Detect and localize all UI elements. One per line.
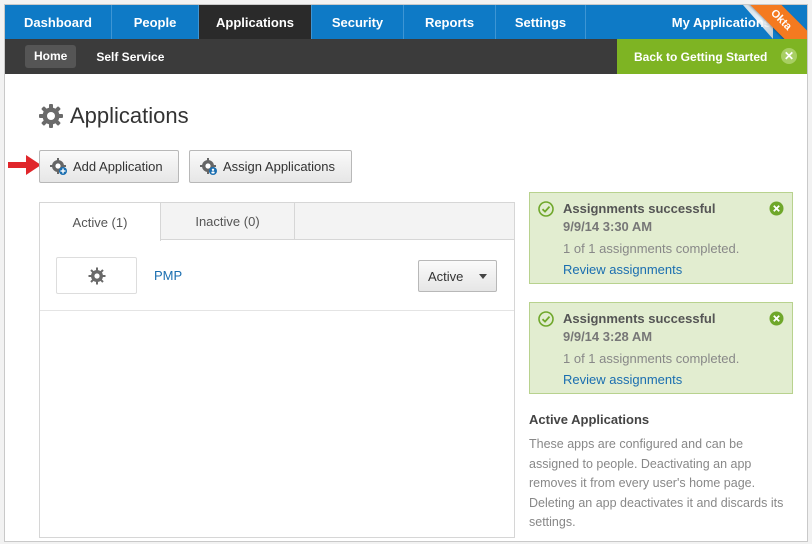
nav-tab-settings[interactable]: Settings [496,5,586,39]
nav-tab-applications[interactable]: Applications [199,5,312,39]
status-tabs: Active (1) Inactive (0) [40,203,514,241]
caret-down-icon [479,274,487,279]
notification-time: 9/9/14 3:30 AM [563,219,653,234]
app-frame: Dashboard People Applications Security R… [4,4,808,542]
app-name-link[interactable]: PMP [154,268,182,283]
app-status-dropdown[interactable]: Active [418,260,497,292]
top-nav: Dashboard People Applications Security R… [5,5,807,39]
assignment-notification: Assignments successful 9/9/14 3:30 AM 1 … [529,192,793,284]
close-circle-icon[interactable] [769,201,784,216]
notification-description: 1 of 1 assignments completed. [563,241,740,256]
review-assignments-link[interactable]: Review assignments [563,262,682,277]
gear-plus-icon [50,158,67,175]
gear-person-icon [200,158,217,175]
review-assignments-link[interactable]: Review assignments [563,372,682,387]
check-circle-icon [538,201,554,217]
page-title: Applications [38,103,189,129]
notification-time: 9/9/14 3:28 AM [563,329,653,344]
assignment-notification: Assignments successful 9/9/14 3:28 AM 1 … [529,302,793,394]
nav-tab-people[interactable]: People [112,5,199,39]
assign-applications-label: Assign Applications [223,159,336,174]
info-text: These apps are configured and can be ass… [529,437,784,529]
nav-tab-security[interactable]: Security [312,5,404,39]
back-to-getting-started[interactable]: Back to Getting Started ✕ [617,39,807,74]
app-status-value: Active [428,268,464,284]
app-logo[interactable] [56,257,137,294]
add-application-label: Add Application [73,159,163,174]
add-application-button[interactable]: Add Application [39,150,179,183]
app-row: PMP Active [40,241,514,311]
subnav-home[interactable]: Home [25,45,77,68]
notification-description: 1 of 1 assignments completed. [563,351,740,366]
info-title: Active Applications [529,412,650,427]
close-icon[interactable]: ✕ [781,48,797,64]
sub-nav: Home Self Service Back to Getting Starte… [5,39,807,74]
gear-icon [39,104,63,128]
close-circle-icon[interactable] [769,311,784,326]
applications-panel: Active (1) Inactive (0) PMP Active [39,202,515,538]
notification-title: Assignments successful [563,311,716,326]
subnav-self-service[interactable]: Self Service [96,50,164,64]
red-arrow-icon [8,155,41,175]
assign-applications-button[interactable]: Assign Applications [189,150,352,183]
notification-title: Assignments successful [563,201,716,216]
check-circle-icon [538,311,554,327]
nav-tab-reports[interactable]: Reports [404,5,496,39]
page-title-text: Applications [70,103,189,128]
tab-inactive[interactable]: Inactive (0) [161,203,295,240]
tab-active[interactable]: Active (1) [40,203,161,241]
nav-tab-dashboard[interactable]: Dashboard [5,5,112,39]
back-label: Back to Getting Started [634,49,768,64]
gear-icon [88,267,105,284]
